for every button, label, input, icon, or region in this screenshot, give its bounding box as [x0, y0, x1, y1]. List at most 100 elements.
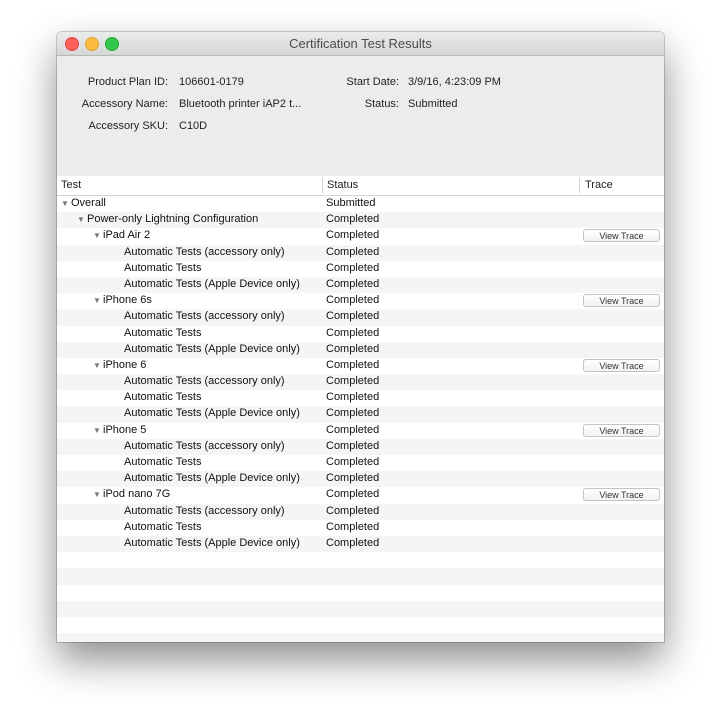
test-name-label: Automatic Tests (accessory only)	[124, 375, 285, 388]
test-name-cell: Automatic Tests (Apple Device only)	[124, 472, 300, 484]
window-title: Certification Test Results	[289, 36, 432, 51]
status-label: Status:	[364, 98, 399, 110]
status-cell: Completed	[326, 391, 380, 404]
test-name-cell: ▼ Overall	[61, 197, 106, 209]
status-cell: Completed	[326, 326, 380, 339]
test-name-label: iPhone 5	[103, 423, 147, 436]
column-header-test[interactable]: Test	[61, 179, 81, 191]
column-divider[interactable]	[322, 178, 323, 193]
title-bar[interactable]: Certification Test Results	[57, 32, 664, 56]
test-name-label: Automatic Tests (accessory only)	[124, 310, 285, 323]
table-row[interactable]: ▼ iPod nano 7G Completed View Trace	[57, 487, 664, 503]
test-results-outline[interactable]: ▼ Overall Submitted ▼ Power-only Lightning C…	[57, 196, 664, 642]
disclosure-triangle-icon[interactable]: ▼	[93, 426, 103, 435]
test-name-label: iPod nano 7G	[103, 488, 171, 501]
table-row[interactable]: Automatic Tests (Apple Device only) Compl…	[57, 471, 664, 488]
test-name-cell: Automatic Tests (accessory only)	[124, 375, 285, 387]
table-row[interactable]: ▼ iPhone 5 Completed View Trace	[57, 423, 664, 439]
start-date-label: Start Date:	[346, 76, 399, 88]
test-name-cell: Automatic Tests (accessory only)	[124, 246, 285, 258]
empty-row	[57, 568, 664, 585]
disclosure-triangle-icon[interactable]: ▼	[93, 296, 103, 305]
status-cell: Completed	[326, 294, 380, 307]
empty-row	[57, 585, 664, 601]
view-trace-button[interactable]: View Trace	[583, 294, 660, 308]
column-header-trace[interactable]: Trace	[585, 179, 613, 191]
test-name-cell: Automatic Tests	[124, 521, 201, 533]
column-divider[interactable]	[579, 178, 580, 193]
empty-row	[57, 617, 664, 633]
status-cell: Completed	[326, 277, 380, 290]
summary-panel: Product Plan ID: 106601-0179 Accessory N…	[57, 56, 664, 177]
status-cell: Completed	[326, 456, 380, 468]
test-name-cell: ▼ iPhone 5	[93, 424, 146, 436]
disclosure-triangle-icon[interactable]: ▼	[93, 361, 103, 370]
table-row[interactable]: Automatic Tests Completed	[57, 390, 664, 406]
table-row[interactable]: ▼ iPhone 6 Completed View Trace	[57, 358, 664, 374]
table-row[interactable]: Automatic Tests Completed	[57, 261, 664, 277]
status-cell: Completed	[326, 358, 380, 371]
test-name-label: iPhone 6s	[103, 294, 152, 307]
table-row[interactable]: ▼ Power-only Lightning Configuration Compl…	[57, 212, 664, 229]
status-cell: Completed	[326, 504, 380, 517]
test-name-label: iPad Air 2	[103, 229, 151, 242]
status-cell: Completed	[326, 488, 380, 501]
table-row[interactable]: Automatic Tests (accessory only) Complete…	[57, 374, 664, 391]
status-value: Submitted	[408, 98, 458, 110]
status-cell: Completed	[326, 310, 380, 323]
test-name-cell: Automatic Tests	[124, 262, 201, 274]
view-trace-button[interactable]: View Trace	[583, 423, 660, 437]
column-header-status[interactable]: Status	[327, 179, 358, 191]
test-name-label: Automatic Tests	[124, 261, 202, 274]
table-row[interactable]: Automatic Tests (Apple Device only) Compl…	[57, 406, 664, 423]
table-row[interactable]: ▼ iPhone 6s Completed View Trace	[57, 293, 664, 309]
table-row[interactable]: Automatic Tests Completed	[57, 455, 664, 471]
status-cell: Completed	[326, 472, 380, 485]
table-row[interactable]: Automatic Tests (Apple Device only) Compl…	[57, 341, 664, 358]
disclosure-triangle-icon[interactable]: ▼	[61, 199, 71, 208]
test-name-cell: Automatic Tests	[124, 456, 201, 468]
table-row[interactable]: Automatic Tests (accessory only) Complete…	[57, 244, 664, 261]
test-name-label: Automatic Tests	[124, 391, 202, 404]
status-cell: Completed	[326, 261, 380, 274]
status-cell: Completed	[326, 536, 380, 549]
table-row[interactable]: Automatic Tests (accessory only) Complete…	[57, 503, 664, 520]
test-name-cell: Automatic Tests (Apple Device only)	[124, 343, 300, 355]
table-row[interactable]: Automatic Tests Completed	[57, 520, 664, 536]
view-trace-button[interactable]: View Trace	[583, 358, 660, 372]
test-name-cell: ▼ iPod nano 7G	[93, 488, 170, 500]
test-name-cell: ▼ Power-only Lightning Configuration	[77, 213, 258, 225]
accessory-sku-value: C10D	[179, 120, 208, 132]
test-name-cell: ▼ iPhone 6	[93, 359, 146, 371]
table-row[interactable]: Automatic Tests (Apple Device only) Compl…	[57, 276, 664, 294]
view-trace-button[interactable]: View Trace	[583, 229, 660, 243]
disclosure-triangle-icon[interactable]: ▼	[93, 490, 103, 499]
test-name-label: Automatic Tests (Apple Device only)	[124, 342, 300, 355]
test-name-cell: ▼ iPhone 6s	[93, 294, 152, 306]
accessory-sku-label: Accessory SKU:	[88, 120, 168, 132]
test-name-label: Automatic Tests (Apple Device only)	[124, 277, 300, 290]
table-row[interactable]: ▼ iPad Air 2 Completed View Trace	[57, 228, 664, 244]
table-row[interactable]: Automatic Tests (Apple Device only) Compl…	[57, 535, 664, 553]
test-name-label: Automatic Tests	[124, 520, 202, 533]
status-cell: Completed	[326, 423, 380, 436]
table-row[interactable]: Automatic Tests Completed	[57, 326, 664, 342]
table-row[interactable]: Automatic Tests (accessory only) Complete…	[57, 309, 664, 326]
test-name-cell: Automatic Tests	[124, 327, 201, 339]
empty-row	[57, 552, 664, 568]
disclosure-triangle-icon[interactable]: ▼	[77, 215, 87, 224]
test-name-label: Automatic Tests	[124, 456, 202, 468]
test-name-cell: Automatic Tests (accessory only)	[124, 440, 285, 452]
disclosure-triangle-icon[interactable]: ▼	[93, 231, 103, 240]
table-row[interactable]: ▼ Overall Submitted	[57, 196, 664, 212]
product-plan-label: Product Plan ID:	[87, 76, 168, 88]
test-name-label: Automatic Tests (Apple Device only)	[124, 407, 300, 420]
test-name-cell: ▼ iPad Air 2	[93, 229, 150, 241]
empty-row	[57, 600, 664, 617]
accessory-name-value: Bluetooth printer iAP2 t...	[179, 98, 302, 110]
test-name-label: iPhone 6	[103, 358, 147, 371]
test-name-label: Power-only Lightning Configuration	[87, 213, 259, 226]
view-trace-button[interactable]: View Trace	[583, 488, 660, 502]
table-row[interactable]: Automatic Tests (accessory only) Complete…	[57, 438, 664, 455]
status-cell: Completed	[326, 245, 380, 258]
